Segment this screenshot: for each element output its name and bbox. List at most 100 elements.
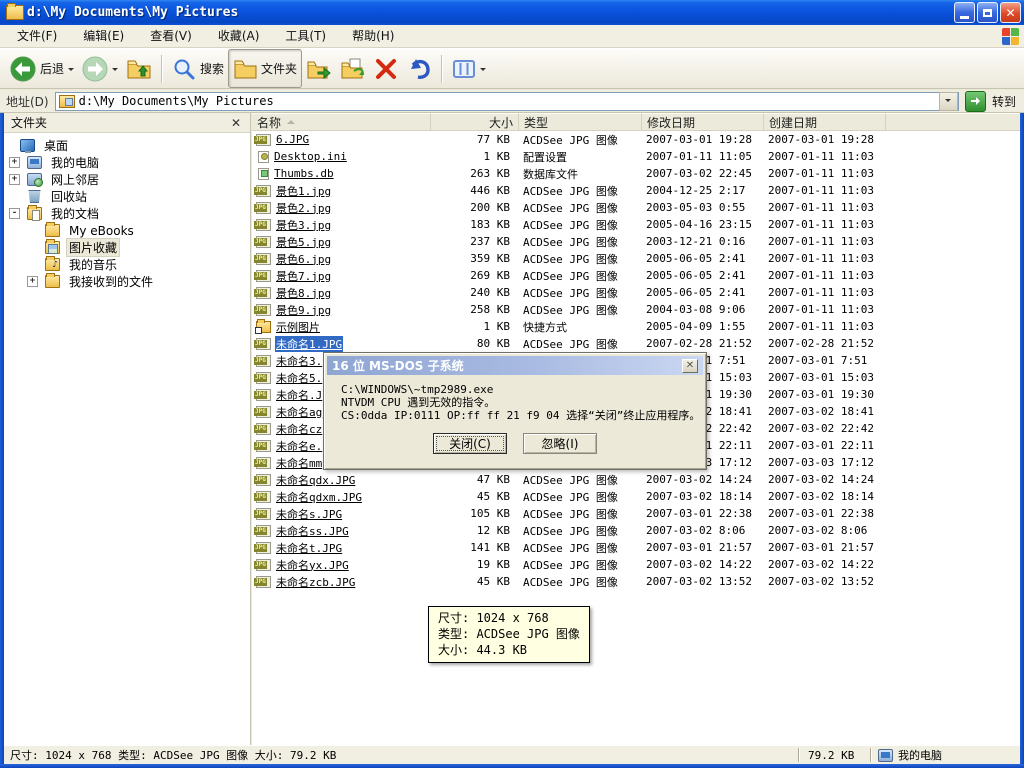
file-created: 2007-01-11 11:03	[764, 218, 886, 231]
copy-to-button[interactable]	[336, 50, 370, 87]
file-row[interactable]: JPG景色3.jpg183 KBACDSee JPG 图像2005-04-16 …	[252, 216, 1020, 233]
file-row[interactable]: JPG未命名t.JPG141 KBACDSee JPG 图像2007-03-01…	[252, 539, 1020, 556]
file-name: Desktop.ini	[273, 150, 348, 163]
file-row[interactable]: Thumbs.db263 KB数据库文件2007-03-02 22:452007…	[252, 165, 1020, 182]
file-size: 141 KB	[431, 541, 519, 554]
address-input[interactable]: d:\My Documents\My Pictures	[55, 92, 959, 111]
file-row[interactable]: JPG6.JPG77 KBACDSee JPG 图像2007-03-01 19:…	[252, 131, 1020, 148]
tree-item-label: 我接收到的文件	[66, 272, 156, 291]
views-dropdown-icon	[480, 68, 486, 74]
views-button[interactable]	[448, 50, 490, 87]
maximize-button[interactable]	[977, 2, 998, 23]
file-size: 258 KB	[431, 303, 519, 316]
file-row[interactable]: JPG景色8.jpg240 KBACDSee JPG 图像2005-06-05 …	[252, 284, 1020, 301]
column-header-name[interactable]: 名称	[252, 113, 431, 131]
expand-icon[interactable]: +	[9, 157, 20, 168]
dialog-title-bar[interactable]: 16 位 MS-DOS 子系统 ✕	[327, 356, 703, 375]
address-dropdown-button[interactable]	[939, 92, 958, 111]
tree-item-desktop[interactable]: 桌面	[4, 137, 250, 154]
tree-item-received-files[interactable]: + 我接收到的文件	[4, 273, 250, 290]
file-size: 200 KB	[431, 201, 519, 214]
minimize-button[interactable]	[954, 2, 975, 23]
tree-item-my-music[interactable]: 我的音乐	[4, 256, 250, 273]
jpg-file-icon: JPG	[256, 355, 271, 367]
folders-pane-close-icon[interactable]: ✕	[229, 117, 243, 129]
file-type: 快捷方式	[519, 319, 642, 335]
jpg-badge: JPG	[254, 544, 267, 552]
menu-tools[interactable]: 工具(T)	[272, 24, 339, 48]
file-row[interactable]: JPG未命名s.JPG105 KBACDSee JPG 图像2007-03-01…	[252, 505, 1020, 522]
file-name: 景色2.jpg	[275, 200, 332, 216]
jpg-badge: JPG	[254, 527, 267, 535]
tree-item-network-places[interactable]: +网上邻居	[4, 171, 250, 188]
undo-button[interactable]	[402, 50, 436, 87]
file-row[interactable]: JPG未命名ss.JPG12 KBACDSee JPG 图像2007-03-02…	[252, 522, 1020, 539]
column-header-modified[interactable]: 修改日期	[642, 113, 764, 131]
file-created: 2007-03-02 14:22	[764, 558, 886, 571]
dialog-close-button[interactable]: ✕	[682, 359, 698, 373]
file-row[interactable]: 示例图片1 KB快捷方式2005-04-09 1:552007-01-11 11…	[252, 318, 1020, 335]
file-row[interactable]: JPG景色5.jpg237 KBACDSee JPG 图像2003-12-21 …	[252, 233, 1020, 250]
column-header-filler	[886, 113, 1020, 131]
list-header: 名称 大小 类型 修改日期 创建日期	[252, 113, 1020, 131]
file-size: 263 KB	[431, 167, 519, 180]
dialog-close-button[interactable]: 关闭(C)	[433, 433, 507, 454]
file-size: 183 KB	[431, 218, 519, 231]
go-label: 转到	[992, 93, 1016, 110]
dialog-ignore-button[interactable]: 忽略(I)	[523, 433, 597, 454]
expand-icon[interactable]: +	[9, 174, 20, 185]
file-row[interactable]: JPG景色9.jpg258 KBACDSee JPG 图像2004-03-08 …	[252, 301, 1020, 318]
file-row[interactable]: JPG景色7.jpg269 KBACDSee JPG 图像2005-06-05 …	[252, 267, 1020, 284]
file-created: 2007-03-01 19:30	[764, 388, 886, 401]
toolbar-separator	[161, 55, 163, 83]
menu-edit[interactable]: 编辑(E)	[70, 24, 137, 48]
file-row[interactable]: JPG景色6.jpg359 KBACDSee JPG 图像2005-06-05 …	[252, 250, 1020, 267]
file-row[interactable]: JPG景色2.jpg200 KBACDSee JPG 图像2003-05-03 …	[252, 199, 1020, 216]
file-row[interactable]: JPG未命名yx.JPG19 KBACDSee JPG 图像2007-03-02…	[252, 556, 1020, 573]
jpg-file-icon: JPG	[256, 270, 271, 282]
go-button[interactable]	[965, 91, 986, 112]
up-button[interactable]	[122, 50, 156, 87]
file-row[interactable]: Desktop.ini1 KB配置设置2007-01-11 11:052007-…	[252, 148, 1020, 165]
file-type: ACDSee JPG 图像	[519, 472, 642, 488]
tree-item-my-pictures[interactable]: 图片收藏	[4, 239, 250, 256]
column-header-size[interactable]: 大小	[431, 113, 519, 131]
tree-item-recycle-bin[interactable]: 回收站	[4, 188, 250, 205]
file-row[interactable]: JPG未命名qdxm.JPG45 KBACDSee JPG 图像2007-03-…	[252, 488, 1020, 505]
address-value: d:\My Documents\My Pictures	[79, 94, 939, 108]
delete-button[interactable]	[370, 50, 402, 87]
jpg-badge: JPG	[254, 442, 267, 450]
move-to-button[interactable]	[302, 50, 336, 87]
jpg-file-icon: JPG	[256, 304, 271, 316]
expand-icon[interactable]: +	[27, 276, 38, 287]
file-row[interactable]: JPG未命名1.JPG80 KBACDSee JPG 图像2007-02-28 …	[252, 335, 1020, 352]
folder-link-file-icon	[256, 321, 271, 333]
menu-view[interactable]: 查看(V)	[137, 24, 205, 48]
file-row[interactable]: JPG未命名zcb.JPG45 KBACDSee JPG 图像2007-03-0…	[252, 573, 1020, 590]
file-created: 2007-03-01 7:51	[764, 354, 886, 367]
search-button[interactable]: 搜索	[168, 50, 228, 87]
tree-item-my-computer[interactable]: +我的电脑	[4, 154, 250, 171]
jpg-file-icon: JPG	[256, 457, 271, 469]
menu-favorites[interactable]: 收藏(A)	[205, 24, 273, 48]
file-name: 未命名5.	[275, 370, 323, 386]
column-header-created[interactable]: 创建日期	[764, 113, 886, 131]
back-button[interactable]: 后退	[6, 50, 78, 87]
tree-item-my-documents[interactable]: -我的文档	[4, 205, 250, 222]
forward-button[interactable]	[78, 50, 122, 87]
collapse-icon[interactable]: -	[9, 208, 20, 219]
network-icon	[27, 173, 42, 186]
address-bar: 地址(D) d:\My Documents\My Pictures 转到	[0, 90, 1024, 113]
file-name-cell: JPG景色2.jpg	[252, 200, 431, 216]
folders-button[interactable]: 文件夹	[228, 49, 302, 88]
dialog-text-line: NTVDM CPU 遇到无效的指令。	[341, 396, 703, 409]
file-row[interactable]: JPG景色1.jpg446 KBACDSee JPG 图像2004-12-25 …	[252, 182, 1020, 199]
file-created: 2007-03-01 19:28	[764, 133, 886, 146]
tree-item-my-ebooks[interactable]: My eBooks	[4, 222, 250, 239]
close-button[interactable]: ✕	[1000, 2, 1021, 23]
file-row[interactable]: JPG未命名qdx.JPG47 KBACDSee JPG 图像2007-03-0…	[252, 471, 1020, 488]
jpg-file-icon: JPG	[256, 542, 271, 554]
column-header-type[interactable]: 类型	[519, 113, 642, 131]
menu-file[interactable]: 文件(F)	[4, 24, 70, 48]
menu-help[interactable]: 帮助(H)	[339, 24, 407, 48]
